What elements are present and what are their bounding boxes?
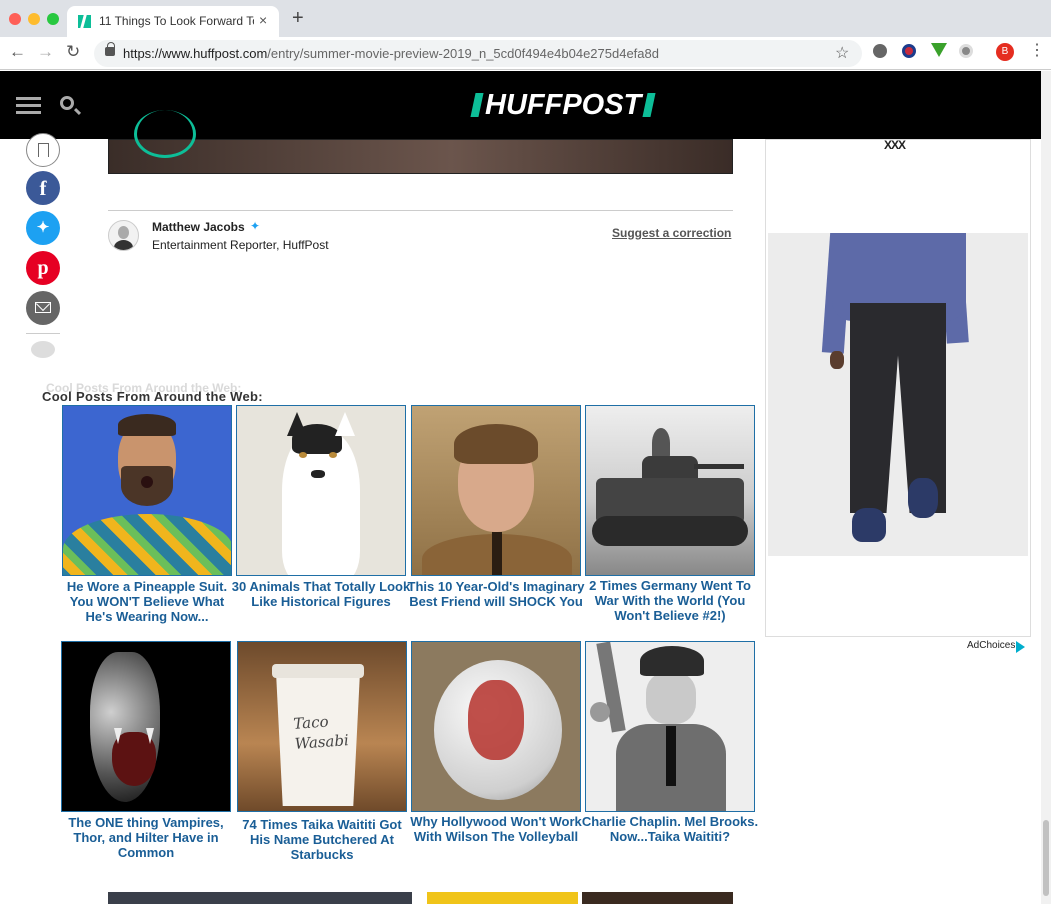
card-caption[interactable]: The ONE thing Vampires, Thor, and Hilter… bbox=[55, 815, 237, 860]
extension-icon[interactable] bbox=[902, 44, 916, 58]
card-caption[interactable]: This 10 Year-Old's Imaginary Best Friend… bbox=[405, 579, 587, 609]
scrollbar-thumb[interactable] bbox=[1043, 820, 1049, 896]
bookmark-icon[interactable] bbox=[26, 133, 60, 167]
card-thumbnail[interactable] bbox=[236, 405, 406, 576]
divider bbox=[108, 210, 733, 211]
card-thumbnail[interactable] bbox=[62, 405, 232, 576]
address-bar[interactable]: https://www.huffpost.com/entry/summer-mo… bbox=[94, 40, 862, 67]
ad-hand bbox=[830, 351, 844, 369]
card-caption[interactable]: Why Hollywood Won't Work With Wilson The… bbox=[405, 814, 587, 844]
close-window-button[interactable] bbox=[9, 13, 21, 25]
twitter-share-icon[interactable]: ✦ bbox=[26, 211, 60, 245]
tab-strip: 11 Things To Look Forward To A × + bbox=[0, 0, 1051, 37]
profile-avatar[interactable]: B bbox=[996, 43, 1014, 61]
back-arrow-icon[interactable]: ← bbox=[9, 42, 26, 62]
author-name[interactable]: Matthew Jacobs bbox=[152, 220, 245, 234]
tab-title: 11 Things To Look Forward To A bbox=[99, 14, 254, 28]
widget-title: Cool Posts From Around the Web: bbox=[42, 389, 263, 404]
ad-shoe bbox=[852, 508, 886, 542]
adchoices-label[interactable]: AdChoices bbox=[967, 640, 1015, 651]
star-icon[interactable]: ☆ bbox=[835, 43, 849, 63]
card-thumbnail[interactable] bbox=[411, 405, 581, 576]
author-role: Entertainment Reporter, HuffPost bbox=[152, 238, 329, 252]
card-thumbnail[interactable] bbox=[411, 641, 581, 812]
browser-toolbar: ← → ↻ https://www.huffpost.com/entry/sum… bbox=[0, 37, 1051, 70]
download-extension-icon[interactable] bbox=[931, 43, 947, 57]
search-icon[interactable] bbox=[60, 96, 74, 110]
card-caption[interactable]: 2 Times Germany Went To War With the Wor… bbox=[579, 578, 761, 623]
ad-marker: XXX bbox=[884, 138, 906, 152]
kebab-menu-icon[interactable]: ⋮ bbox=[1029, 41, 1045, 61]
twitter-bird-icon[interactable]: ✦ bbox=[250, 219, 266, 233]
envelope-icon bbox=[35, 302, 51, 313]
card-caption[interactable]: He Wore a Pineapple Suit. You WON'T Beli… bbox=[56, 579, 238, 624]
email-share-icon[interactable] bbox=[26, 291, 60, 325]
play-ring-icon bbox=[134, 110, 196, 158]
extension-icon[interactable] bbox=[959, 44, 973, 58]
maximize-window-button[interactable] bbox=[47, 13, 59, 25]
comment-icon[interactable] bbox=[31, 341, 55, 358]
next-content-image[interactable] bbox=[427, 892, 578, 904]
huffpost-logo[interactable]: HUFFPOST bbox=[470, 91, 656, 120]
ad-image[interactable] bbox=[768, 233, 1028, 556]
card-caption[interactable]: Charlie Chaplin. Mel Brooks. Now...Taika… bbox=[579, 814, 761, 844]
browser-tab[interactable]: 11 Things To Look Forward To A × bbox=[67, 6, 279, 37]
card-thumbnail[interactable]: Taco Wasabi bbox=[237, 641, 407, 812]
adchoices-icon[interactable] bbox=[1016, 641, 1025, 653]
card-thumbnail[interactable] bbox=[585, 405, 755, 576]
huffpost-favicon-icon bbox=[78, 15, 91, 28]
minimize-window-button[interactable] bbox=[28, 13, 40, 25]
next-content-image[interactable] bbox=[108, 892, 412, 904]
facebook-share-icon[interactable]: f bbox=[26, 171, 60, 205]
card-caption[interactable]: 30 Animals That Totally Look Like Histor… bbox=[230, 579, 412, 609]
reload-icon[interactable]: ↻ bbox=[66, 42, 80, 62]
video-player[interactable] bbox=[108, 110, 733, 174]
lock-icon bbox=[105, 42, 115, 56]
card-thumbnail[interactable] bbox=[61, 641, 231, 812]
forward-arrow-icon[interactable]: → bbox=[37, 42, 54, 62]
rail-divider bbox=[26, 333, 60, 334]
ad-shoe bbox=[908, 478, 938, 518]
next-content-image[interactable] bbox=[582, 892, 733, 904]
vertical-scrollbar[interactable] bbox=[1041, 71, 1051, 904]
card-thumbnail[interactable] bbox=[585, 641, 755, 812]
suggest-correction-link[interactable]: Suggest a correction bbox=[612, 226, 731, 240]
extension-icon[interactable] bbox=[873, 44, 887, 58]
pinterest-share-icon[interactable]: p bbox=[26, 251, 60, 285]
new-tab-button[interactable]: + bbox=[292, 8, 304, 28]
url-text[interactable]: https://www.huffpost.com/entry/summer-mo… bbox=[123, 46, 659, 61]
cup-handwriting: Taco Wasabi bbox=[292, 712, 350, 753]
hamburger-menu-icon[interactable] bbox=[16, 97, 41, 114]
author-avatar[interactable] bbox=[108, 220, 139, 251]
card-caption[interactable]: 74 Times Taika Waititi Got His Name Butc… bbox=[231, 817, 413, 862]
tab-close-icon[interactable]: × bbox=[259, 12, 267, 28]
